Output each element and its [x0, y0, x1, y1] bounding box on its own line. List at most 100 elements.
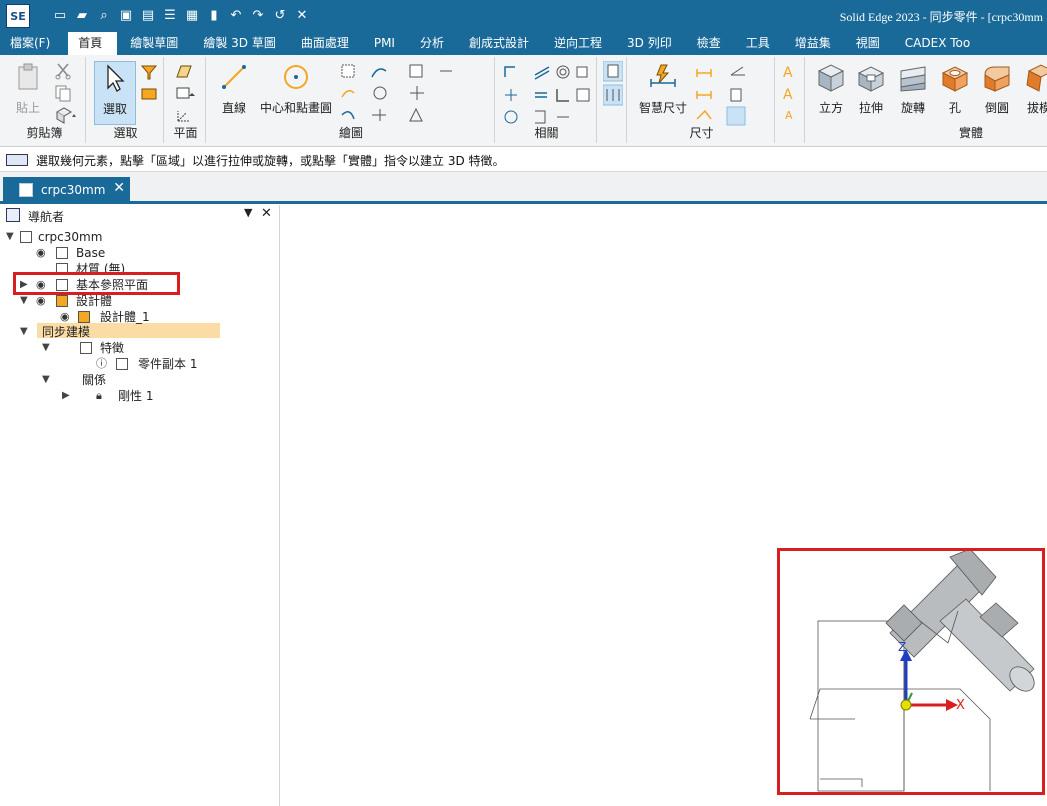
visibility-eye-icon[interactable]: ◉: [36, 245, 46, 261]
collapse-toggle-icon[interactable]: ▼: [42, 340, 50, 356]
box-icon: [817, 64, 845, 92]
draw-small-tools[interactable]: [340, 63, 490, 127]
collapse-toggle-icon[interactable]: ▼: [20, 293, 28, 309]
select-group-label: 選取: [113, 126, 138, 140]
revolve-button[interactable]: 旋轉: [893, 61, 933, 125]
tree-item-rigid[interactable]: ▶ 🔒︎ 剛性 1: [62, 388, 272, 404]
circle-center-point-button[interactable]: 中心和點畫圓: [256, 61, 336, 133]
round-button[interactable]: 倒圓: [977, 61, 1017, 125]
tree-item-base[interactable]: ◉ Base: [36, 245, 276, 261]
save-icon[interactable]: ▣: [118, 8, 134, 24]
draft-button[interactable]: 拔模: [1021, 61, 1047, 125]
line-button[interactable]: 直線: [214, 61, 254, 133]
intellisketch-icon[interactable]: [603, 61, 623, 111]
tab-inspect[interactable]: 檢查: [687, 32, 736, 55]
tab-add-ins[interactable]: 增益集: [785, 32, 846, 55]
draft-label: 拔模: [1026, 101, 1047, 115]
ribbon-group-sketch-options: [599, 57, 627, 143]
visibility-eye-icon[interactable]: ◉: [60, 309, 70, 325]
collapse-toggle-icon[interactable]: ▼: [6, 229, 14, 245]
select-button[interactable]: 選取: [94, 61, 136, 125]
collapse-toggle-icon[interactable]: ▼: [20, 324, 28, 340]
pathfinder-header: 導航者 ▼ ✕: [0, 205, 280, 225]
relate-tools[interactable]: [501, 63, 593, 127]
plane-offset-icon[interactable]: [174, 85, 198, 103]
tab-cadex[interactable]: CADEX Too: [895, 32, 985, 55]
plane-icon[interactable]: [174, 63, 194, 81]
document-tab[interactable]: crpc30mm ✕: [3, 177, 130, 204]
lock-icon: 🔒︎: [96, 389, 102, 402]
tab-analysis[interactable]: 分析: [410, 32, 459, 55]
visibility-eye-icon[interactable]: ◉: [36, 293, 46, 309]
copy-icon[interactable]: [54, 84, 72, 102]
annotation-tools[interactable]: AAA: [781, 63, 801, 123]
print-icon[interactable]: ▤: [140, 8, 156, 24]
redo-icon[interactable]: ↷: [250, 8, 266, 24]
tab-surfacing[interactable]: 曲面處理: [291, 32, 364, 55]
open-icon[interactable]: ▰: [74, 8, 90, 24]
tree-item-part[interactable]: ▼ crpc30mm: [6, 229, 276, 245]
tab-file[interactable]: 檔案(F): [0, 32, 65, 55]
new-icon[interactable]: ▭: [52, 8, 68, 24]
paste-special-icon[interactable]: [54, 106, 78, 124]
pane-menu-icon[interactable]: ▼: [244, 206, 252, 219]
layout-icon[interactable]: ▦: [184, 8, 200, 24]
tab-reverse-engineering[interactable]: 逆向工程: [544, 32, 617, 55]
tab-home[interactable]: 首頁: [68, 32, 118, 55]
tree-label-relationships: 關係: [82, 373, 107, 387]
hole-button[interactable]: 孔: [937, 61, 973, 125]
tree-item-synchronous[interactable]: ▼ 同步建模: [20, 324, 270, 340]
tab-3d-sketch[interactable]: 繪製 3D 草圖: [193, 32, 291, 55]
pathfinder-title: 導航者: [28, 210, 65, 224]
list-icon[interactable]: ☰: [162, 8, 178, 24]
extrude-icon: [857, 66, 885, 92]
prompt-text: 選取幾何元素，點擊「區域」以進行拉伸或旋轉，或點擊「實體」指令以建立 3D 特徵…: [36, 154, 505, 168]
box-button[interactable]: 立方: [813, 61, 849, 125]
document-tab-name: crpc30mm: [41, 183, 106, 197]
tree-item-features[interactable]: ▼ 特徵: [42, 340, 272, 356]
select-box-icon[interactable]: [140, 85, 158, 103]
smart-dimension-label: 智慧尺寸: [638, 101, 687, 115]
circle-label: 中心和點畫圓: [259, 101, 332, 115]
part-icon: [20, 231, 32, 243]
tab-tools[interactable]: 工具: [736, 32, 785, 55]
undo-icon[interactable]: ↶: [228, 8, 244, 24]
tab-3d-print[interactable]: 3D 列印: [617, 32, 687, 55]
tree-item-design-body-1[interactable]: ◉ 設計體_1: [60, 309, 270, 325]
solid-group-label: 實體: [959, 126, 984, 140]
tab-sketch[interactable]: 繪製草圖: [120, 32, 193, 55]
pathfinder-pane: 導航者 ▼ ✕ ▼ crpc30mm ◉ Base 材質 (無) ▶ ◉ 基本參…: [0, 205, 280, 806]
tree-item-relationships[interactable]: ▼ 關係: [42, 372, 272, 388]
clipboard-icon[interactable]: ▮: [206, 8, 222, 24]
filter-icon[interactable]: [140, 63, 158, 81]
cut-icon[interactable]: [54, 62, 72, 80]
ribbon-group-relate: 相關: [497, 57, 597, 143]
return-icon[interactable]: ↺: [272, 8, 288, 24]
clipboard-group-label: 剪貼簿: [26, 126, 63, 140]
document-tab-strip: crpc30mm ✕: [0, 172, 1047, 204]
pane-close-icon[interactable]: ✕: [261, 206, 272, 221]
quick-access-toolbar: ▭ ▰ ⌕ ▣ ▤ ☰ ▦ ▮ ↶ ↷ ↺ ✕: [52, 6, 310, 26]
tree-item-part-copy[interactable]: ⓘ 零件副本 1: [96, 356, 276, 372]
round-label: 倒圓: [984, 101, 1009, 115]
dimension-tools[interactable]: [695, 63, 771, 127]
coordinate-system-icon[interactable]: [174, 107, 194, 125]
tree-item-design-body[interactable]: ▼ ◉ 設計體: [20, 293, 270, 309]
ribbon-group-dimension: 智慧尺寸 尺寸: [629, 57, 775, 143]
expand-toggle-icon[interactable]: ▶: [62, 388, 70, 404]
search-icon[interactable]: ⌕: [96, 8, 112, 24]
collapse-toggle-icon[interactable]: ▼: [42, 372, 50, 388]
close-icon[interactable]: ✕: [113, 180, 125, 196]
title-bar: SE ▭ ▰ ⌕ ▣ ▤ ☰ ▦ ▮ ↶ ↷ ↺ ✕ Solid Edge 20…: [0, 0, 1047, 32]
tab-pmi[interactable]: PMI: [364, 32, 410, 55]
smart-dimension-button[interactable]: 智慧尺寸: [633, 61, 693, 117]
paste-button[interactable]: 貼上: [8, 61, 48, 121]
tab-generative-design[interactable]: 創成式設計: [459, 32, 544, 55]
app-logo[interactable]: SE: [6, 4, 30, 28]
tab-view[interactable]: 視圖: [846, 32, 895, 55]
keyboard-icon[interactable]: [6, 154, 28, 166]
tree-label-features: 特徵: [100, 341, 125, 355]
extrude-button[interactable]: 拉伸: [853, 61, 889, 125]
close-doc-icon[interactable]: ✕: [294, 8, 310, 24]
line-label: 直線: [221, 101, 246, 115]
